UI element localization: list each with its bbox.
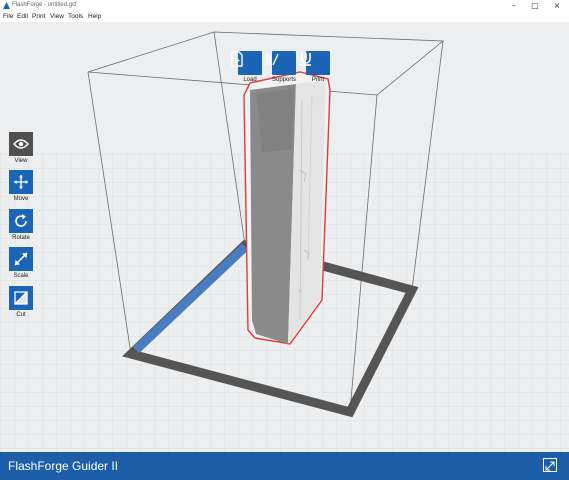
menu-edit[interactable]: Edit xyxy=(17,13,28,20)
rotate-icon xyxy=(15,214,27,227)
status-bar: FlashForge Guider II xyxy=(0,452,569,480)
print-button[interactable]: Print xyxy=(298,51,338,83)
load-file-icon xyxy=(231,51,243,67)
supports-icon xyxy=(266,53,279,66)
tool-move-label: Move xyxy=(13,196,29,202)
menu-view[interactable]: View xyxy=(50,13,64,20)
tool-cut-label: Cut xyxy=(16,312,26,318)
menu-help[interactable]: Help xyxy=(88,13,101,20)
tool-rotate[interactable]: Rotate xyxy=(9,209,33,241)
menu-bar: File Edit Print View Tools Help xyxy=(0,11,569,22)
maximize-icon[interactable]: □ xyxy=(526,0,544,11)
expand-icon xyxy=(545,461,555,471)
menu-file[interactable]: File xyxy=(3,13,13,20)
eye-icon xyxy=(13,139,29,149)
scene-canvas xyxy=(0,31,569,452)
3d-model[interactable] xyxy=(243,71,331,345)
printer-name: FlashForge Guider II xyxy=(8,459,119,473)
fit-view-button[interactable] xyxy=(543,458,557,472)
print-label: Print xyxy=(311,77,325,83)
close-icon[interactable]: × xyxy=(548,0,566,11)
move-icon xyxy=(14,175,28,189)
app-logo-icon xyxy=(3,2,10,9)
tool-view[interactable]: View xyxy=(9,132,33,164)
cut-icon xyxy=(14,291,28,305)
tool-move[interactable]: Move xyxy=(9,170,33,202)
print-icon xyxy=(301,53,311,66)
minimize-icon[interactable]: – xyxy=(505,0,523,11)
tool-scale-label: Scale xyxy=(13,273,29,279)
menu-print[interactable]: Print xyxy=(32,13,45,20)
window-title: FlashForge - untitled.gcf xyxy=(12,2,77,8)
menu-tools[interactable]: Tools xyxy=(68,13,83,20)
scale-icon xyxy=(14,252,28,266)
tool-view-label: View xyxy=(14,158,28,164)
3d-viewport[interactable]: Load Supports Print xyxy=(0,22,569,452)
tool-rotate-label: Rotate xyxy=(12,235,30,241)
tool-scale[interactable]: Scale xyxy=(9,247,33,279)
title-bar: FlashForge - untitled.gcf – □ × xyxy=(0,0,569,11)
tool-cut[interactable]: Cut xyxy=(9,286,33,318)
